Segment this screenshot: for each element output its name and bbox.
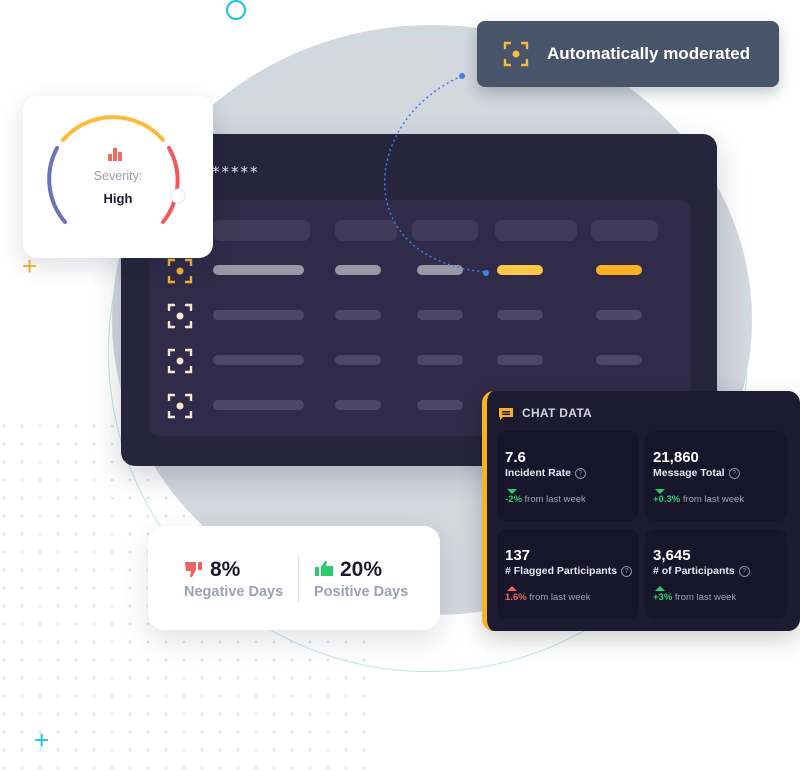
auto-moderated-toast: Automatically moderated	[477, 21, 779, 87]
stat-value: 137	[505, 547, 531, 564]
toast-text: Automatically moderated	[547, 44, 751, 63]
stat-label-text: # Flagged Participants	[505, 565, 618, 577]
trend-suffix: from last week	[682, 494, 745, 505]
stat-label: Incident Rate?	[505, 467, 586, 479]
help-icon[interactable]: ?	[738, 566, 750, 577]
stat-tile: 21,860 Message Total? +0.3% from last week	[645, 431, 787, 521]
severity-card: Severity: High	[23, 96, 213, 258]
stat-label-text: Message Total	[653, 467, 725, 479]
trend-change: +3%	[653, 592, 673, 603]
days-summary-card: 8% Negative Days 20% Positive Days	[148, 526, 440, 630]
stat-value: 3,645	[653, 547, 691, 564]
severity-value: High	[103, 191, 133, 206]
stat-label: # of Participants?	[653, 565, 750, 577]
stat-tile: 3,645 # of Participants? +3% from last wee…	[645, 529, 787, 619]
stat-label: # Flagged Participants?	[505, 565, 633, 577]
trend-suffix: from last week	[524, 494, 586, 505]
trend-up-icon	[507, 586, 517, 591]
chat-icon	[499, 408, 513, 420]
stat-value: 7.6	[505, 449, 526, 466]
stat-tile: 137 # Flagged Participants? 1.6% from last…	[497, 529, 639, 619]
stat-label-text: Incident Rate	[505, 467, 571, 479]
trend-change: -2%	[505, 494, 522, 505]
stat-label: Message Total?	[653, 467, 740, 479]
bar-chart-icon	[108, 148, 122, 161]
severity-label: Severity:	[93, 169, 143, 183]
thumbs-down-icon	[185, 562, 202, 577]
stat-trend: -2% from last week	[505, 494, 586, 505]
thumbs-up-icon	[315, 561, 333, 576]
negative-days-label: Negative Days	[184, 584, 284, 600]
help-icon[interactable]: ?	[621, 566, 633, 577]
help-icon[interactable]: ?	[574, 468, 586, 479]
connector-start-dot	[459, 73, 465, 79]
chat-data-title: CHAT DATA	[522, 406, 593, 420]
positive-days-label: Positive Days	[314, 584, 409, 600]
gauge-segment-mid	[61, 115, 165, 142]
stat-trend: +3% from last week	[653, 592, 736, 603]
gauge-segment-low	[47, 146, 67, 224]
trend-up-icon	[655, 586, 665, 591]
stat-value: 21,860	[653, 449, 699, 466]
gauge-segment-high	[161, 146, 180, 224]
help-icon[interactable]: ?	[728, 468, 740, 479]
trend-suffix: from last week	[674, 592, 737, 603]
trend-change: +0.3%	[653, 494, 681, 505]
trend-suffix: from last week	[529, 592, 591, 603]
dotted-connector	[384, 75, 487, 273]
stat-tile: 7.6 Incident Rate? -2% from last week	[497, 431, 639, 521]
focus-target-icon	[503, 41, 529, 67]
chat-data-card: CHAT DATA 7.6 Incident Rate? -2% from last…	[482, 391, 800, 631]
stat-trend: 1.6% from last week	[505, 592, 591, 603]
connector-end-dot	[483, 270, 489, 276]
trend-change: 1.6%	[505, 592, 527, 603]
stat-trend: +0.3% from last week	[653, 494, 744, 505]
divider	[298, 556, 299, 602]
negative-days-value: 8%	[210, 558, 241, 581]
stat-label-text: # of Participants	[653, 565, 735, 577]
positive-days-value: 20%	[340, 558, 383, 581]
